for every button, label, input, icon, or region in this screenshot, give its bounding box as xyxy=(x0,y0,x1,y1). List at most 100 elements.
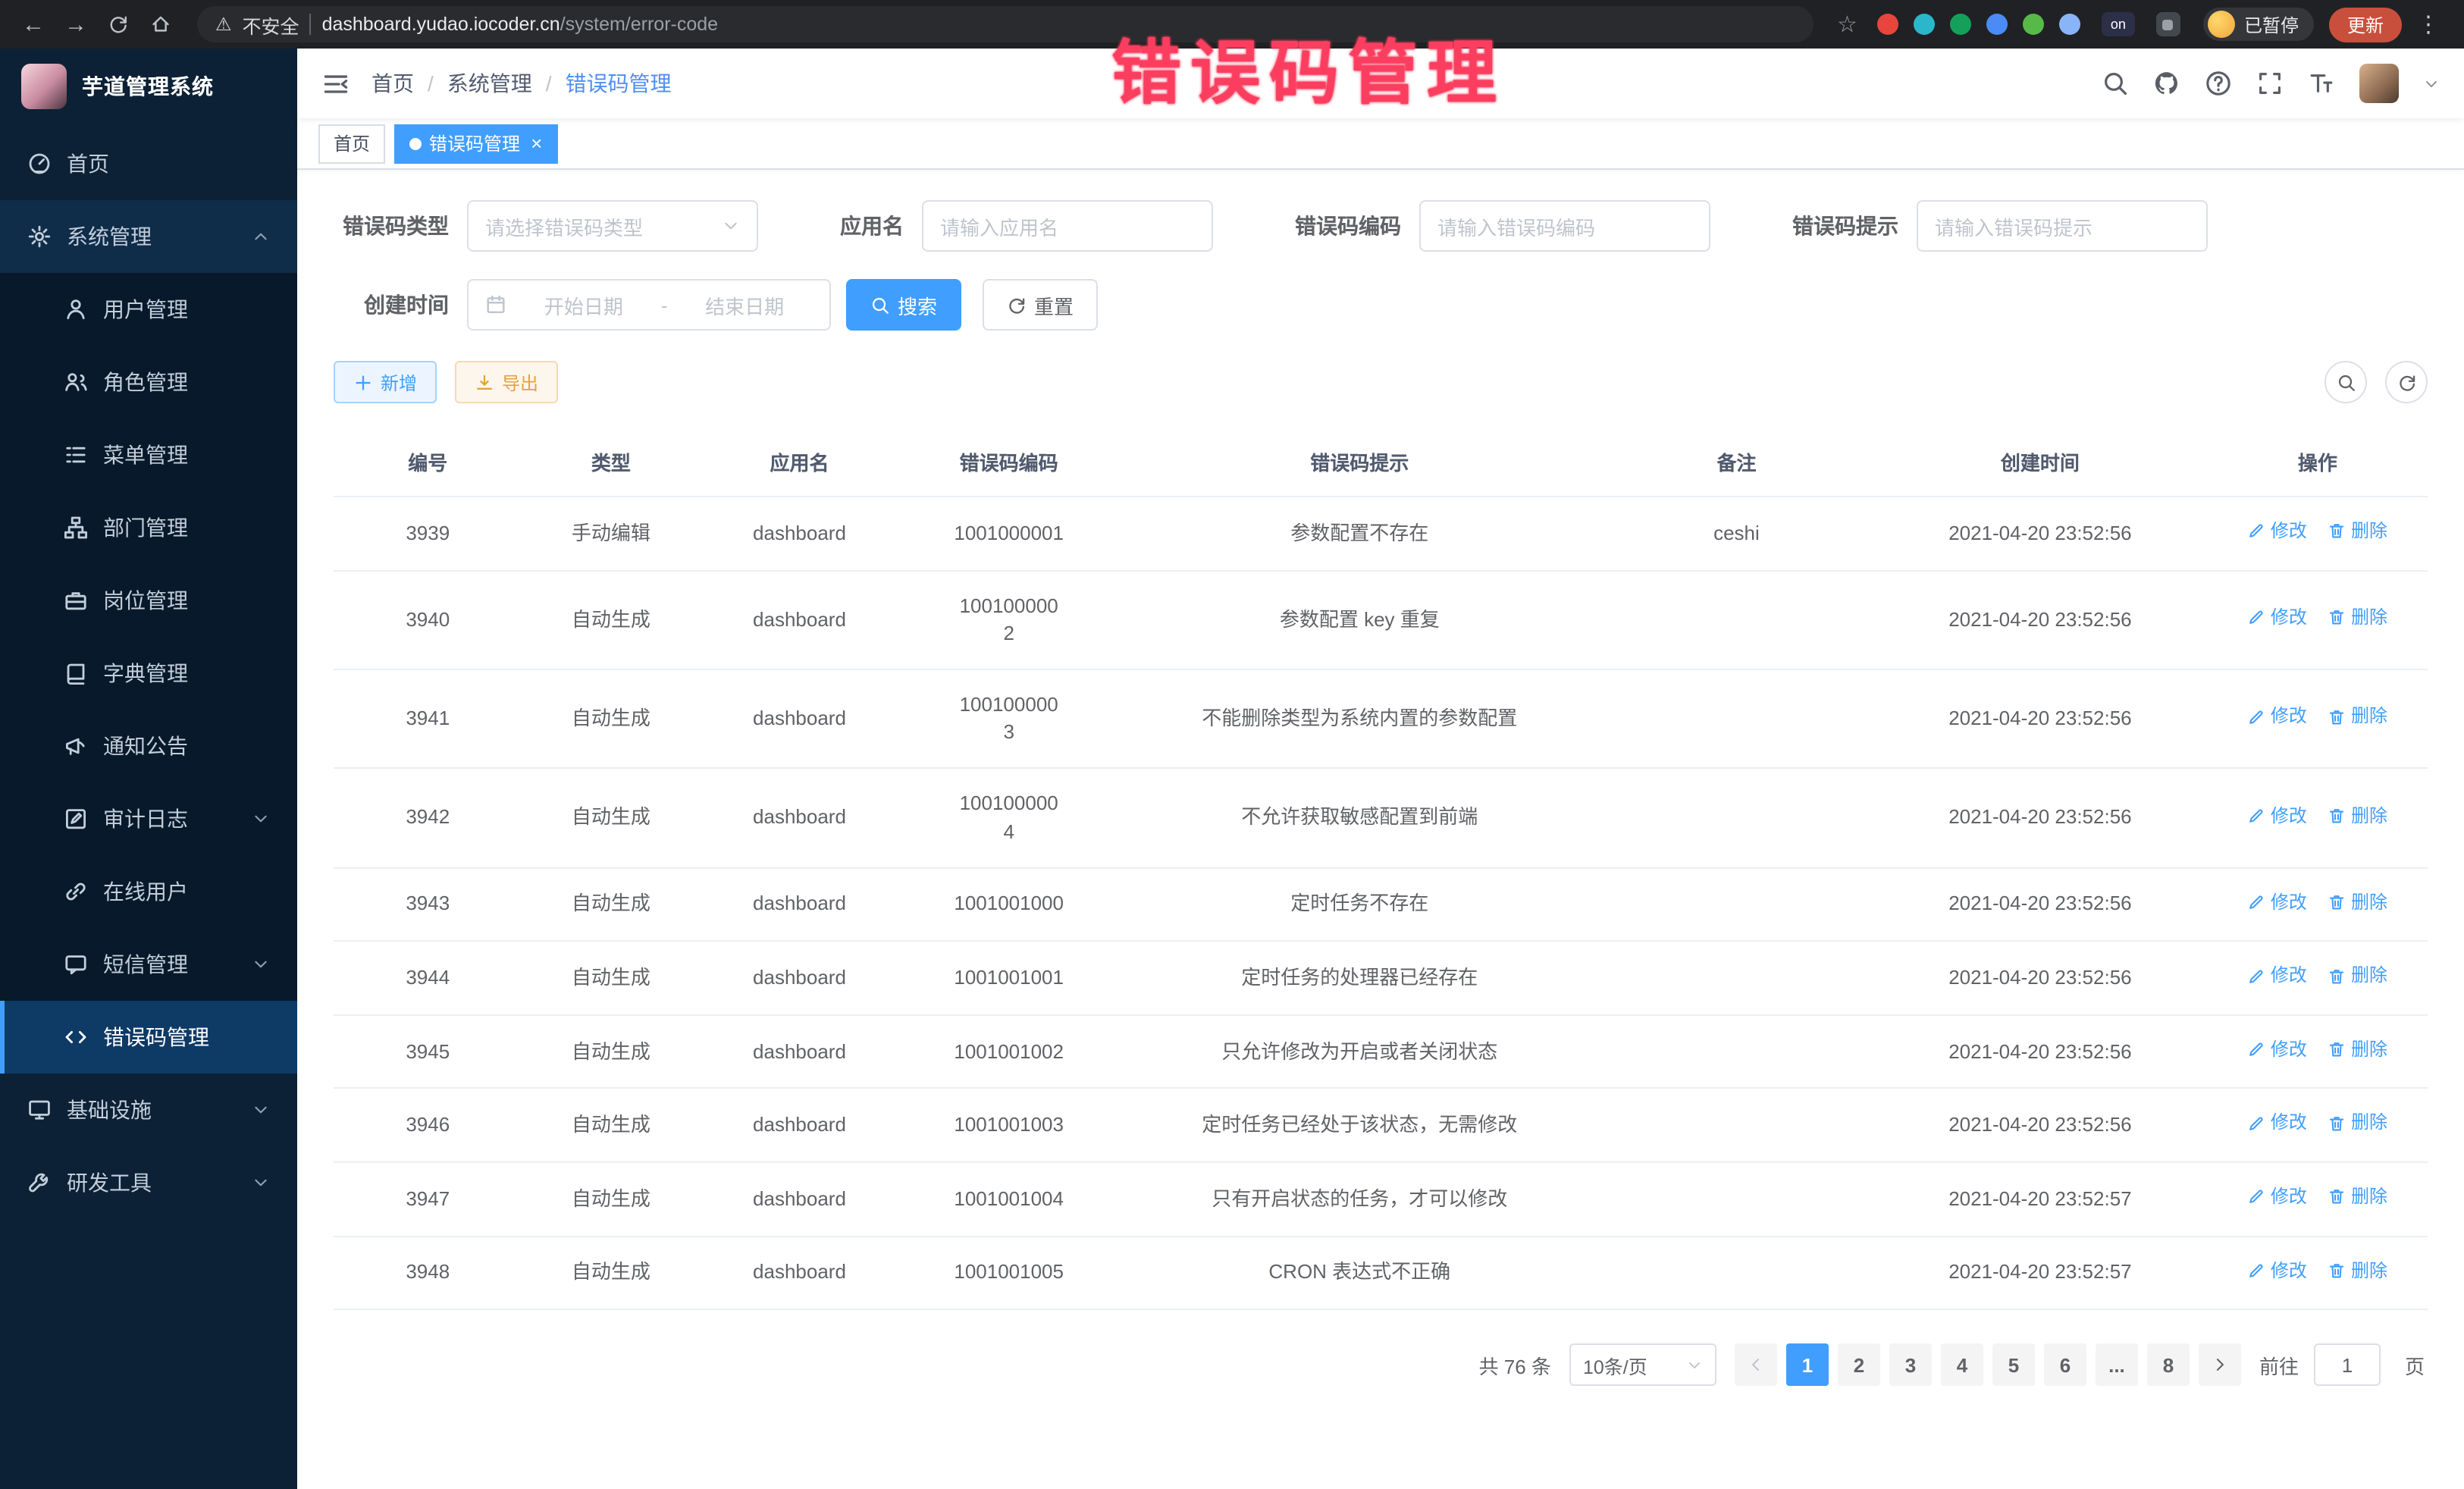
filter-select[interactable]: 请选择错误码类型 xyxy=(467,200,758,252)
sidebar-item[interactable]: 在线用户 xyxy=(0,855,297,928)
sidebar-item[interactable]: 用户管理 xyxy=(0,273,297,346)
cell-msg: 定时任务已经处于该状态，无需修改 xyxy=(1119,1089,1600,1162)
sidebar-item[interactable]: 研发工具 xyxy=(0,1146,297,1219)
home-button[interactable] xyxy=(143,6,179,42)
chevron-down-icon[interactable] xyxy=(2423,75,2440,92)
sidebar-item[interactable]: 首页 xyxy=(0,127,297,200)
edit-link[interactable]: 修改 xyxy=(2248,964,2307,989)
download-icon xyxy=(475,372,494,392)
edit-link[interactable]: 修改 xyxy=(2248,889,2307,915)
edit-link[interactable]: 修改 xyxy=(2248,519,2307,544)
page-button[interactable]: 8 xyxy=(2147,1343,2190,1386)
page-button[interactable]: 4 xyxy=(1941,1343,1983,1386)
extension-icon[interactable] xyxy=(1877,14,1898,35)
sidebar-item[interactable]: 系统管理 xyxy=(0,200,297,273)
prev-page-button[interactable] xyxy=(1735,1343,1777,1386)
page-button[interactable]: 1 xyxy=(1786,1343,1829,1386)
fullscreen-icon[interactable] xyxy=(2256,70,2284,97)
profile-chip[interactable]: 已暂停 xyxy=(2203,8,2314,41)
add-button[interactable]: 新增 xyxy=(334,361,437,403)
search-icon[interactable] xyxy=(2102,70,2129,97)
sidebar-item[interactable]: 审计日志 xyxy=(0,782,297,855)
extension-icon[interactable] xyxy=(1950,14,1971,35)
page-button[interactable]: 5 xyxy=(1992,1343,2035,1386)
page-button[interactable]: 3 xyxy=(1889,1343,1932,1386)
extension-icon[interactable] xyxy=(1914,14,1935,35)
breadcrumb-item[interactable]: 系统管理 xyxy=(447,68,532,99)
extension-icon[interactable] xyxy=(1986,14,2008,35)
sidebar-item[interactable]: 部门管理 xyxy=(0,491,297,564)
breadcrumb-item[interactable]: 错误码管理 xyxy=(566,68,672,99)
date-range-picker[interactable]: 开始日期 - 结束日期 xyxy=(467,279,831,331)
calendar-icon xyxy=(485,294,506,315)
goto-page-input[interactable]: 1 xyxy=(2314,1343,2381,1386)
extensions-puzzle-icon[interactable] xyxy=(2156,12,2180,36)
refresh-table-button[interactable] xyxy=(2385,361,2428,403)
update-button[interactable]: 更新 xyxy=(2329,7,2402,42)
page-button[interactable]: 6 xyxy=(2044,1343,2086,1386)
delete-link[interactable]: 删除 xyxy=(2328,1111,2387,1136)
forward-button[interactable]: → xyxy=(58,6,94,42)
next-page-button[interactable] xyxy=(2199,1343,2241,1386)
page-size-select[interactable]: 10条/页 xyxy=(1569,1343,1716,1386)
sidebar-item[interactable]: 通知公告 xyxy=(0,710,297,782)
edit-link[interactable]: 修改 xyxy=(2248,803,2307,829)
extension-icon[interactable] xyxy=(2023,14,2044,35)
github-icon[interactable] xyxy=(2153,70,2180,97)
sidebar-item-label: 字典管理 xyxy=(103,658,188,688)
bookmark-star-icon[interactable]: ☆ xyxy=(1837,11,1857,38)
tab-item[interactable]: 首页 xyxy=(318,124,385,163)
filter-input[interactable]: 请输入错误码提示 xyxy=(1917,200,2208,252)
page-button[interactable]: 2 xyxy=(1838,1343,1880,1386)
browser-menu-icon[interactable]: ⋮ xyxy=(2408,11,2449,38)
export-button[interactable]: 导出 xyxy=(455,361,558,403)
tab-item[interactable]: 错误码管理× xyxy=(394,124,557,163)
sidebar-item[interactable]: 字典管理 xyxy=(0,637,297,710)
delete-link[interactable]: 删除 xyxy=(2328,803,2387,829)
extension-on-badge[interactable]: on xyxy=(2102,12,2135,36)
delete-link[interactable]: 删除 xyxy=(2328,519,2387,544)
pager-ellipsis[interactable]: ... xyxy=(2096,1343,2138,1386)
search-button[interactable]: 搜索 xyxy=(846,279,961,331)
help-icon[interactable] xyxy=(2205,70,2232,97)
edit-link[interactable]: 修改 xyxy=(2248,1258,2307,1284)
tab-close-icon[interactable]: × xyxy=(531,133,542,153)
cell-remark xyxy=(1600,942,1873,1015)
breadcrumb-item[interactable]: 首页 xyxy=(371,68,414,99)
filter-input[interactable]: 请输入错误码编码 xyxy=(1419,200,1710,252)
delete-link[interactable]: 删除 xyxy=(2328,889,2387,915)
filter-input[interactable]: 请输入应用名 xyxy=(922,200,1213,252)
table-head-row: 编号类型应用名错误码编码错误码提示备注创建时间操作 xyxy=(334,428,2428,497)
extension-icon[interactable] xyxy=(2059,14,2080,35)
delete-link[interactable]: 删除 xyxy=(2328,1037,2387,1063)
sidebar-item[interactable]: 错误码管理 xyxy=(0,1001,297,1074)
edit-link[interactable]: 修改 xyxy=(2248,605,2307,631)
edit-link[interactable]: 修改 xyxy=(2248,1111,2307,1136)
back-button[interactable]: ← xyxy=(15,6,52,42)
menu-fold-icon[interactable] xyxy=(321,69,350,98)
sidebar-item[interactable]: 短信管理 xyxy=(0,928,297,1001)
font-size-icon[interactable] xyxy=(2308,70,2335,97)
delete-link[interactable]: 删除 xyxy=(2328,1184,2387,1210)
cell-actions: 修改删除 xyxy=(2208,942,2428,1015)
edit-link[interactable]: 修改 xyxy=(2248,1184,2307,1210)
user-avatar[interactable] xyxy=(2359,64,2399,103)
edit-icon xyxy=(2248,609,2266,627)
delete-link[interactable]: 删除 xyxy=(2328,704,2387,730)
logo[interactable]: 芋道管理系统 xyxy=(0,49,297,124)
cell-remark xyxy=(1600,570,1873,669)
toggle-search-button[interactable] xyxy=(2324,361,2367,403)
delete-link[interactable]: 删除 xyxy=(2328,605,2387,631)
sidebar-item[interactable]: 菜单管理 xyxy=(0,418,297,491)
delete-link[interactable]: 删除 xyxy=(2328,1258,2387,1284)
edit-link[interactable]: 修改 xyxy=(2248,1037,2307,1063)
sidebar-item[interactable]: 角色管理 xyxy=(0,346,297,418)
edit-icon xyxy=(2248,1114,2266,1133)
delete-link[interactable]: 删除 xyxy=(2328,964,2387,989)
reset-button[interactable]: 重置 xyxy=(983,279,1098,331)
sidebar-item[interactable]: 岗位管理 xyxy=(0,564,297,637)
sidebar-item[interactable]: 基础设施 xyxy=(0,1074,297,1146)
address-bar[interactable]: ⚠ 不安全 dashboard.yudao.iocoder.cn/system/… xyxy=(197,6,1813,42)
reload-button[interactable] xyxy=(100,6,136,42)
edit-link[interactable]: 修改 xyxy=(2248,704,2307,730)
